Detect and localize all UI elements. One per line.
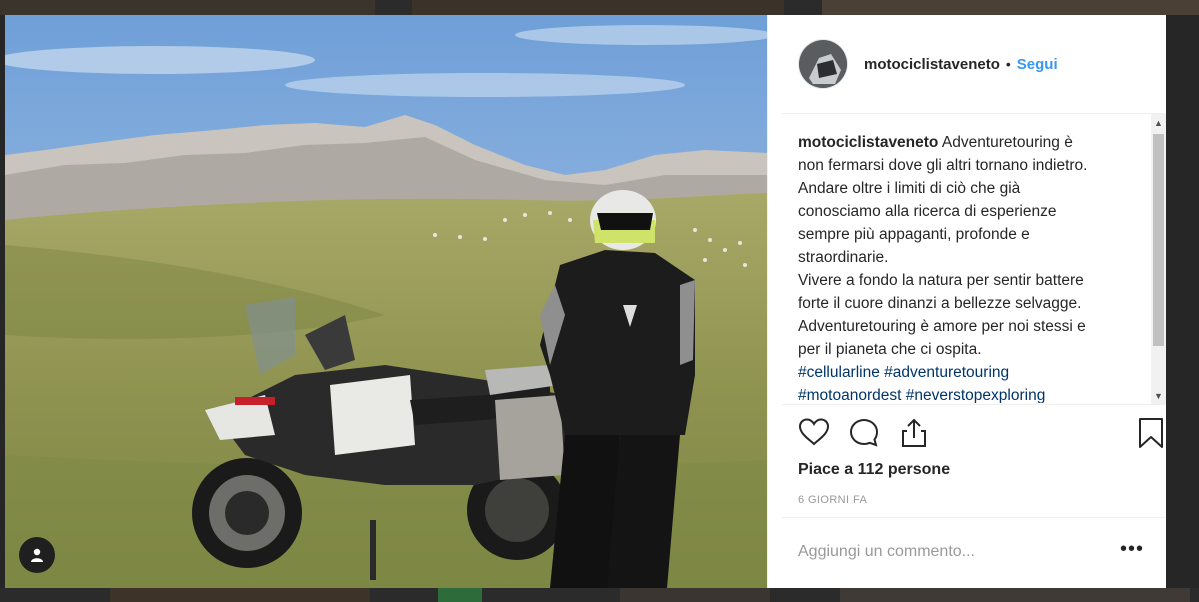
caption-line: forte il cuore dinanzi a bellezze selvag…	[798, 295, 1082, 312]
caption: motociclistaveneto Adventuretouring è no…	[798, 131, 1138, 403]
actions-divider	[782, 404, 1165, 405]
caption-line: Adventuretouring è	[941, 134, 1073, 151]
caption-line: Adventuretouring è amore per noi stessi …	[798, 318, 1086, 335]
comment-divider	[782, 517, 1165, 518]
post-side-panel: motociclistaveneto • Segui motociclistav…	[767, 15, 1166, 588]
more-options-icon[interactable]: •••	[1120, 539, 1144, 559]
action-bar	[798, 415, 1163, 455]
user-icon	[31, 548, 43, 562]
hashtag-link[interactable]: #motoanordest	[798, 387, 901, 403]
heart-icon[interactable]	[798, 417, 830, 447]
scroll-thumb[interactable]	[1153, 134, 1164, 346]
avatar[interactable]	[798, 39, 848, 89]
caption-line: straordinarie.	[798, 249, 889, 266]
post-timestamp[interactable]: 6 GIORNI FA	[798, 494, 867, 506]
post-modal: motociclistaveneto • Segui motociclistav…	[5, 15, 1166, 588]
hashtag-link[interactable]: #cellularline	[798, 364, 880, 381]
hashtag-link[interactable]: #adventuretouring	[884, 364, 1009, 381]
caption-scrollbar[interactable]: ▲ ▼	[1151, 114, 1166, 404]
comment-bubble-icon[interactable]	[848, 417, 880, 449]
background-feed-bottom	[0, 588, 1199, 602]
follow-button[interactable]: Segui	[1017, 56, 1058, 73]
scroll-up-arrow-icon[interactable]: ▲	[1151, 114, 1166, 131]
avatar-image	[799, 40, 847, 88]
background-feed-top	[0, 0, 1199, 15]
caption-line: non fermarsi dove gli altri tornano indi…	[798, 157, 1088, 174]
caption-line: per il pianeta che ci ospita.	[798, 341, 982, 358]
caption-area: motociclistaveneto Adventuretouring è no…	[798, 131, 1138, 403]
caption-line: conosciamo alla ricerca di esperienze	[798, 203, 1057, 220]
comment-input[interactable]	[798, 539, 1098, 565]
header-divider	[782, 113, 1165, 114]
caption-line: sempre più appaganti, profonde e	[798, 226, 1030, 243]
post-photo[interactable]	[5, 15, 767, 588]
likes-count[interactable]: Piace a 112 persone	[798, 461, 950, 479]
username-link[interactable]: motociclistaveneto	[864, 56, 1000, 73]
hashtag-link[interactable]: #neverstopexploring	[906, 387, 1046, 403]
caption-line: Andare oltre i limiti di ciò che già	[798, 180, 1021, 197]
photo-image	[5, 15, 767, 588]
post-header: motociclistaveneto • Segui	[768, 15, 1166, 113]
share-icon[interactable]	[898, 417, 930, 449]
caption-line: Vivere a fondo la natura per sentir batt…	[798, 272, 1084, 289]
user-tag-button[interactable]	[19, 537, 55, 573]
caption-username[interactable]: motociclistaveneto	[798, 134, 938, 151]
separator-dot: •	[1005, 56, 1011, 72]
scroll-down-arrow-icon[interactable]: ▼	[1151, 387, 1166, 404]
bookmark-icon[interactable]	[1138, 417, 1164, 449]
